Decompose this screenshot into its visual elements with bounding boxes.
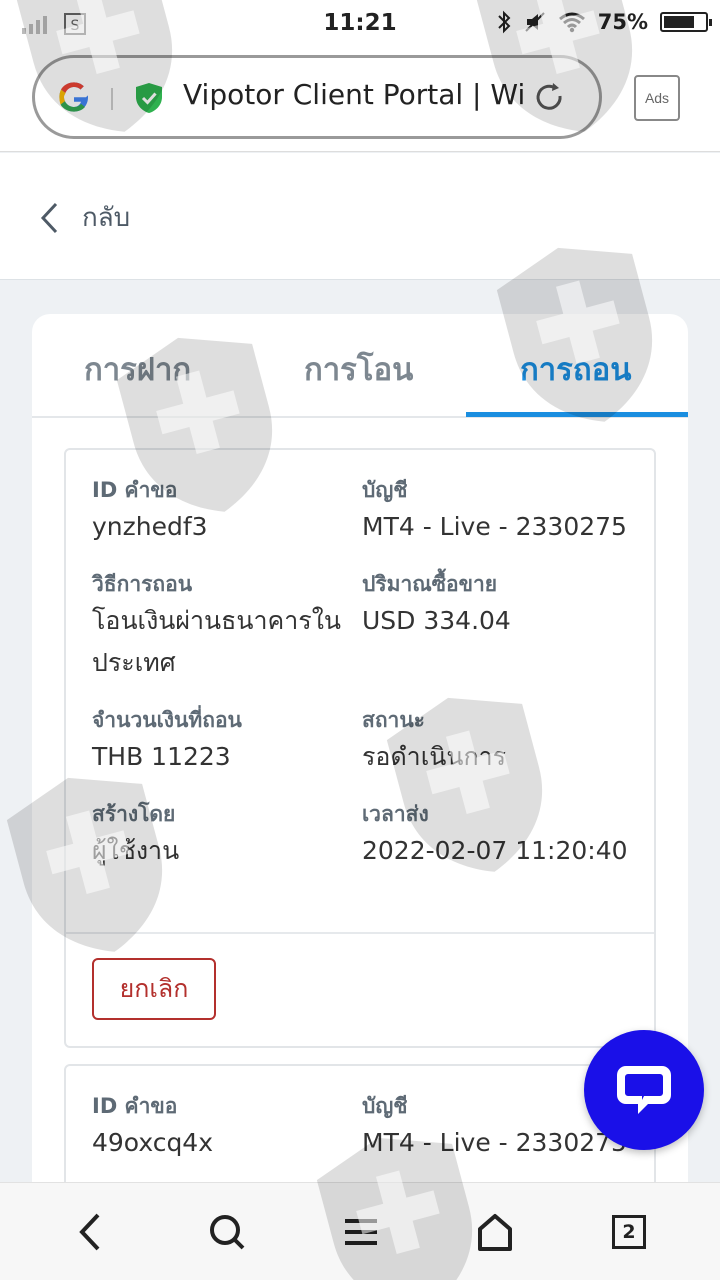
method-label: วิธีการถอน: [92, 572, 193, 596]
tab-transfer[interactable]: การโอน: [304, 344, 413, 394]
status-field: สถานะ รอดำเนินการ: [362, 706, 642, 778]
status-value: รอดำเนินการ: [362, 742, 507, 771]
battery-icon: [660, 12, 712, 32]
divider: [66, 932, 654, 934]
sent-time-label: เวลาส่ง: [362, 802, 429, 826]
amount-value: THB 11223: [92, 742, 231, 771]
method-field: วิธีการถอน โอนเงินผ่านธนาคารในประเทศ: [92, 570, 354, 684]
back-button[interactable]: กลับ: [38, 197, 130, 238]
sent-time-field: เวลาส่ง 2022-02-07 11:20:40: [362, 800, 642, 872]
amount-label: จำนวนเงินที่ถอน: [92, 708, 242, 732]
created-by-label: สร้างโดย: [92, 802, 176, 826]
created-by-field: สร้างโดย ผู้ใช้งาน: [92, 800, 354, 872]
back-arrow-icon[interactable]: [66, 1207, 116, 1257]
amount-field: จำนวนเงินที่ถอน THB 11223: [92, 706, 354, 778]
volume-label: ปริมาณซื้อขาย: [362, 572, 498, 596]
chat-bubble-icon: [617, 1066, 671, 1114]
request-id-label: ID คำขอ: [92, 1094, 178, 1118]
battery-percent: 75%: [597, 10, 648, 34]
request-id-value: ynzhedf3: [92, 512, 208, 541]
bluetooth-icon: [498, 10, 511, 34]
request-id-label: ID คำขอ: [92, 478, 178, 502]
method-value: โอนเงินผ่านธนาคารในประเทศ: [92, 606, 342, 677]
account-field: บัญชี MT4 - Live - 2330275: [362, 476, 642, 548]
wifi-icon: [558, 12, 585, 33]
request-id-field: ID คำขอ 49oxcq4x: [92, 1092, 354, 1164]
home-icon[interactable]: [470, 1207, 520, 1257]
ads-block-button[interactable]: Ads: [634, 75, 680, 121]
request-id-field: ID คำขอ ynzhedf3: [92, 476, 354, 548]
browser-toolbar: Vipotor Client Portal | Wi... Ads: [0, 50, 720, 152]
mute-icon: [525, 12, 545, 32]
live-chat-button[interactable]: [584, 1030, 704, 1150]
cancel-button[interactable]: ยกเลิก: [92, 958, 216, 1020]
active-tab-indicator: [466, 412, 688, 417]
account-label: บัญชี: [362, 478, 408, 502]
status-bar: S 11:21 75%: [0, 0, 720, 50]
status-label: สถานะ: [362, 708, 425, 732]
chevron-left-icon: [40, 202, 58, 233]
google-icon: [59, 82, 88, 112]
created-by-value: ผู้ใช้งาน: [92, 836, 180, 865]
sent-time-value: 2022-02-07 11:20:40: [362, 836, 628, 865]
volume-value: USD 334.04: [362, 606, 511, 635]
search-icon[interactable]: [202, 1207, 252, 1257]
page-title: Vipotor Client Portal | Wi...: [183, 78, 523, 111]
reload-icon[interactable]: [531, 80, 567, 116]
tabs-switcher-button[interactable]: 2: [604, 1207, 654, 1257]
account-value: MT4 - Live - 2330275: [362, 512, 627, 541]
address-bar[interactable]: Vipotor Client Portal | Wi...: [32, 55, 602, 139]
browser-bottom-nav: 2: [0, 1182, 720, 1280]
request-id-value: 49oxcq4x: [92, 1128, 214, 1157]
secure-shield-icon: [136, 83, 162, 113]
menu-icon[interactable]: [336, 1207, 386, 1257]
page-header: กลับ: [0, 153, 720, 280]
withdrawal-item: ID คำขอ ynzhedf3 บัญชี MT4 - Live - 2330…: [64, 448, 656, 1048]
back-label: กลับ: [82, 203, 131, 233]
tab-deposit[interactable]: การฝาก: [84, 344, 191, 394]
volume-field: ปริมาณซื้อขาย USD 334.04: [362, 570, 642, 642]
tab-withdraw[interactable]: การถอน: [520, 344, 631, 394]
tab-count: 2: [612, 1215, 646, 1249]
tab-bar: การฝาก การโอน การถอน: [32, 314, 688, 418]
